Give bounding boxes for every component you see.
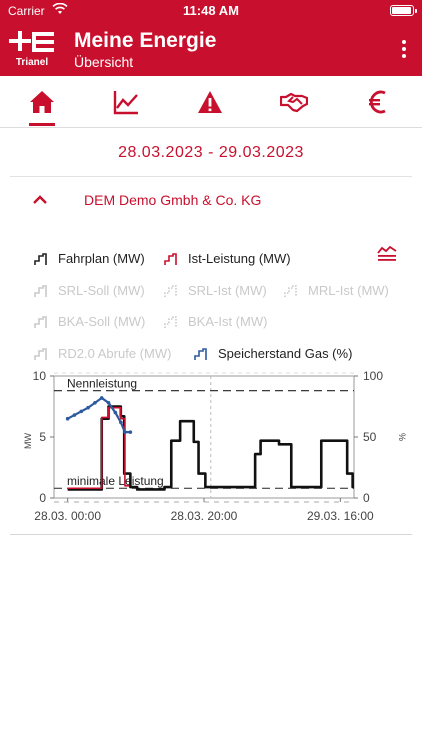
dotted-line-icon xyxy=(164,285,177,297)
step-line-icon xyxy=(194,348,207,360)
x-tick-label: 29.03. 16:00 xyxy=(307,509,374,523)
step-line-icon xyxy=(34,253,47,265)
y-tick-label-right: 50 xyxy=(363,430,377,444)
battery-icon xyxy=(390,5,417,16)
tab-home[interactable] xyxy=(0,76,84,128)
logo-word: Trianel xyxy=(15,57,49,68)
series-point xyxy=(128,430,133,434)
y-tick-label-left: 10 xyxy=(33,369,47,383)
tab-chart[interactable] xyxy=(84,76,168,128)
y-axis-label-right: % xyxy=(397,433,407,441)
home-icon xyxy=(30,91,54,113)
y-tick-label-left: 5 xyxy=(39,430,46,444)
step-line-icon xyxy=(34,348,47,360)
clock: 11:48 AM xyxy=(183,3,239,18)
legend-label: BKA-Ist (MW) xyxy=(188,314,268,329)
status-bar: Carrier 11:48 AM xyxy=(0,0,422,22)
dotted-line-icon xyxy=(284,285,297,297)
legend-label: RD2.0 Abrufe (MW) xyxy=(58,346,172,361)
app-header: Trianel Meine Energie Übersicht xyxy=(0,22,422,76)
legend-label: BKA-Soll (MW) xyxy=(58,314,146,329)
y-tick-label-left: 0 xyxy=(39,491,46,505)
y-axis-label-left: MW xyxy=(23,433,33,449)
legend-label: SRL-Ist (MW) xyxy=(188,283,267,298)
more-menu-icon[interactable] xyxy=(400,40,408,60)
page-title: Meine Energie xyxy=(74,29,217,52)
step-line-icon xyxy=(164,253,177,265)
handshake-icon xyxy=(280,92,308,113)
divider xyxy=(10,176,412,177)
series-point xyxy=(113,410,118,415)
legend-label: Speicherstand Gas (%) xyxy=(218,346,353,361)
step-line-icon xyxy=(34,285,47,297)
divider xyxy=(10,534,412,535)
step-line-icon xyxy=(34,316,47,328)
legend-label: Fahrplan (MW) xyxy=(58,251,145,266)
series-point xyxy=(72,413,77,417)
legend-settings-icon[interactable] xyxy=(377,244,397,262)
tab-finance[interactable] xyxy=(336,76,420,128)
line-chart-icon xyxy=(113,91,138,115)
power-chart[interactable]: 0510050100MW %28.03. 00:00 28.03. 20:00 29.… xyxy=(14,364,410,524)
euro-icon xyxy=(369,90,386,114)
series-point xyxy=(86,405,90,410)
warning-icon xyxy=(198,91,222,113)
x-tick-label: 28.03. 20:00 xyxy=(171,509,238,523)
legend-label: SRL-Soll (MW) xyxy=(58,283,145,298)
series-point xyxy=(65,416,70,421)
reference-line-label: minimale Leistung xyxy=(67,474,164,488)
series-point xyxy=(123,430,127,434)
chevron-up-icon[interactable] xyxy=(30,190,50,210)
reference-line-label: Nennleistung xyxy=(67,377,137,391)
page-subtitle: Übersicht xyxy=(74,54,134,70)
y-tick-label-right: 0 xyxy=(363,491,370,505)
company-name[interactable]: DEM Demo Gmbh & Co. KG xyxy=(84,192,261,208)
legend-label: Ist-Leistung (MW) xyxy=(188,251,291,266)
x-tick-label: 28.03. 00:00 xyxy=(34,509,101,523)
series-point xyxy=(93,401,97,405)
series-point xyxy=(119,420,123,425)
y-tick-label-right: 100 xyxy=(363,369,383,383)
series-point xyxy=(79,409,84,414)
series-point xyxy=(106,401,111,405)
tab-warnings[interactable] xyxy=(168,76,252,128)
legend-label: MRL-Ist (MW) xyxy=(308,283,389,298)
tab-bar xyxy=(0,76,422,128)
tab-contracts[interactable] xyxy=(252,76,336,128)
series-point xyxy=(99,396,104,400)
dotted-line-icon xyxy=(164,316,177,328)
date-range[interactable]: 28.03.2023 - 29.03.2023 xyxy=(0,144,422,162)
